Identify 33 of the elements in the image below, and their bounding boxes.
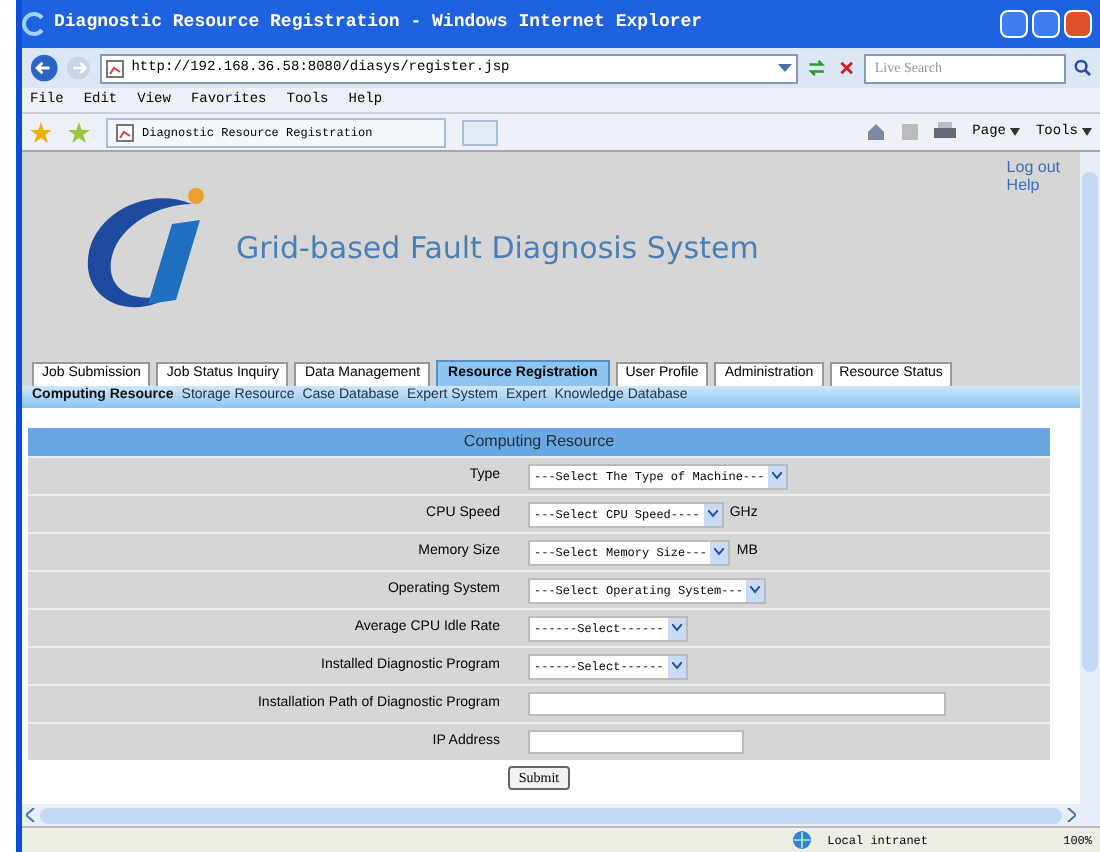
- chevron-down-icon: [707, 510, 718, 518]
- horizontal-scrollbar[interactable]: [22, 804, 1080, 826]
- close-button[interactable]: [1064, 10, 1092, 38]
- globe-icon: [791, 830, 812, 850]
- vertical-scrollbar[interactable]: [1080, 152, 1100, 826]
- scroll-left-icon[interactable]: [26, 808, 36, 822]
- window-title: Diagnostic Resource Registration - Windows Internet Explorer: [54, 10, 705, 37]
- caret-icon: [1009, 128, 1020, 136]
- star-icon[interactable]: [30, 121, 52, 143]
- back-button[interactable]: [30, 52, 59, 84]
- input-field[interactable]: [528, 730, 744, 754]
- page-icon: [105, 59, 124, 77]
- chevron-down-icon: [714, 548, 725, 556]
- search-icon[interactable]: [1074, 58, 1092, 78]
- site-title: Grid-based Fault Diagnosis System: [236, 227, 759, 270]
- input-field[interactable]: [528, 692, 946, 716]
- chevron-down-icon: [671, 662, 682, 670]
- chevron-down-icon: [772, 472, 783, 480]
- new-tab-button[interactable]: [462, 119, 498, 145]
- home-icon[interactable]: [866, 122, 887, 142]
- browser-icon: [22, 12, 46, 36]
- caret-icon: [1082, 128, 1092, 136]
- form-header: Computing Resource: [28, 428, 1050, 456]
- printer-icon[interactable]: [934, 122, 957, 142]
- dropdown-arrow-icon[interactable]: [778, 62, 793, 74]
- scroll-right-icon[interactable]: [1066, 808, 1076, 822]
- stop-button[interactable]: [835, 56, 857, 80]
- chevron-down-icon: [750, 586, 761, 594]
- maximize-button[interactable]: [1032, 10, 1060, 38]
- chevron-down-icon: [671, 624, 682, 632]
- refresh-button[interactable]: [806, 56, 828, 80]
- minimize-button[interactable]: [1000, 10, 1028, 38]
- page-icon: [116, 123, 134, 141]
